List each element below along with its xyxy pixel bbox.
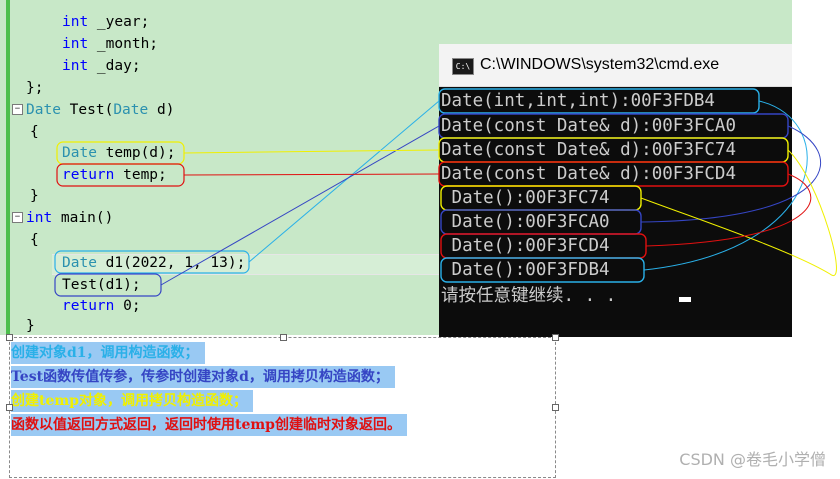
annotation-box-red (56, 163, 185, 187)
resize-handle[interactable] (6, 334, 13, 341)
connector-line-yellow (183, 149, 440, 154)
resize-handle[interactable] (280, 334, 287, 341)
annotation-box-yellow (440, 185, 642, 211)
connector-line-red (183, 173, 440, 176)
annotation-box-blue (438, 113, 789, 139)
annotation-box-blue (440, 209, 642, 235)
note-line: 创建对象d1，调用构造函数； (11, 342, 205, 364)
note-line: Test函数传值传参，传参时创建对象d，调用拷贝构造函数； (11, 366, 395, 388)
notes-textbox[interactable]: 创建对象d1，调用构造函数； Test函数传值传参，传参时创建对象d，调用拷贝构… (9, 337, 556, 478)
resize-handle[interactable] (552, 404, 559, 411)
annotation-box-red (440, 233, 647, 259)
connector-line-blue (160, 125, 440, 286)
annotation-box-cyan (54, 250, 250, 274)
annotation-box-cyan (440, 257, 645, 283)
annotation-box-red (438, 161, 789, 187)
annotation-box-blue (54, 273, 162, 297)
watermark: CSDN @卷毛小学僧 (679, 450, 826, 469)
annotation-box-yellow (56, 141, 185, 165)
connector-line-cyan (248, 100, 440, 263)
annotation-box-yellow (438, 137, 789, 163)
note-line: 创建temp对象，调用拷贝构造函数； (11, 390, 253, 412)
annotation-box-cyan (438, 88, 760, 114)
note-line: 函数以值返回方式返回，返回时使用temp创建临时对象返回。 (11, 414, 407, 436)
resize-handle[interactable] (6, 404, 13, 411)
resize-handle[interactable] (552, 334, 559, 341)
connector-curve-yellow (640, 149, 837, 277)
